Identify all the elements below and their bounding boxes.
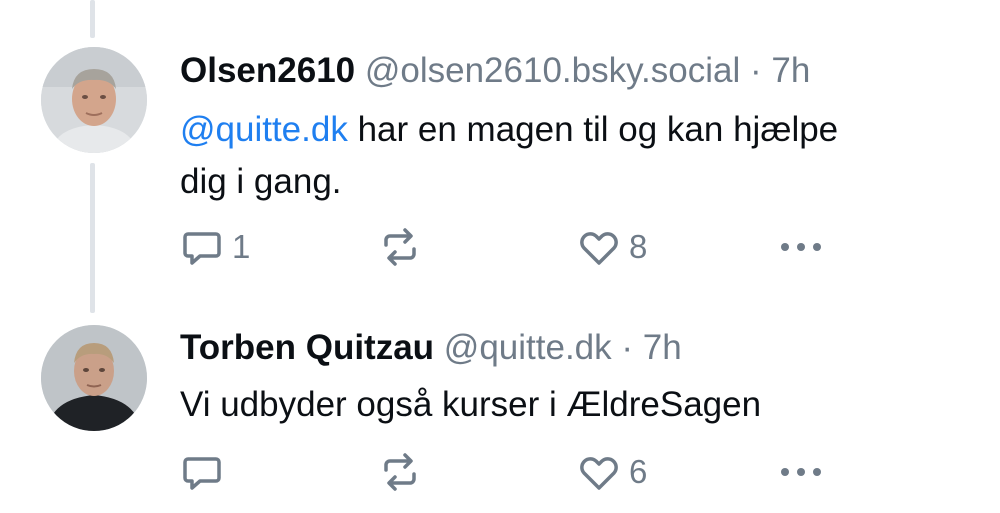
reply-icon [183, 232, 221, 265]
more-button[interactable] [778, 450, 824, 494]
reply-icon [183, 457, 221, 490]
reply-button[interactable] [180, 450, 232, 494]
author-handle[interactable]: @olsen2610.bsky.social [365, 51, 740, 90]
avatar[interactable] [41, 325, 147, 431]
post-time[interactable]: 7h [643, 328, 682, 367]
repost-button[interactable] [378, 225, 430, 269]
like-button[interactable]: 6 [577, 450, 647, 494]
reply-button[interactable]: 1 [180, 225, 250, 269]
post-time[interactable]: 7h [771, 51, 810, 90]
author-name[interactable]: Olsen2610 [180, 51, 355, 90]
post-actions: 1 8 [180, 225, 840, 269]
heart-icon [580, 457, 618, 490]
like-count: 6 [629, 453, 648, 490]
post-header: Olsen2610 @olsen2610.bsky.social · 7h [180, 51, 810, 91]
author-handle[interactable]: @quitte.dk [444, 328, 612, 367]
author-name[interactable]: Torben Quitzau [180, 328, 434, 367]
separator-dot: · [621, 328, 634, 367]
post-text: Vi udbyder også kurser i ÆldreSagen [180, 385, 762, 424]
repost-icon [384, 453, 416, 491]
avatar[interactable] [41, 47, 147, 153]
post-text-segment: har en magen til og kan hjælpe [347, 110, 839, 149]
post-olsen2610[interactable]: Olsen2610 @olsen2610.bsky.social · 7h @q… [0, 0, 1000, 313]
more-button[interactable] [778, 225, 824, 269]
heart-icon [580, 232, 618, 265]
post-header: Torben Quitzau @quitte.dk · 7h [180, 328, 682, 368]
like-button[interactable]: 8 [577, 225, 647, 269]
reply-count: 1 [232, 228, 251, 265]
separator-dot: · [749, 51, 762, 90]
post-text: @quitte.dk har en magen til og kan hjælp… [180, 104, 970, 208]
more-icon [781, 243, 821, 251]
mention-link[interactable]: @quitte.dk [180, 110, 348, 149]
repost-button[interactable] [378, 450, 430, 494]
post-torben-quitzau[interactable]: Torben Quitzau @quitte.dk · 7h Vi udbyde… [0, 313, 1000, 513]
like-count: 8 [629, 228, 648, 265]
post-text-line-1: @quitte.dk har en magen til og kan hjælp… [180, 104, 970, 156]
post-actions: 6 [180, 450, 840, 494]
post-text-line-2: dig i gang. [180, 162, 342, 201]
repost-icon [384, 228, 416, 266]
more-icon [781, 468, 821, 476]
